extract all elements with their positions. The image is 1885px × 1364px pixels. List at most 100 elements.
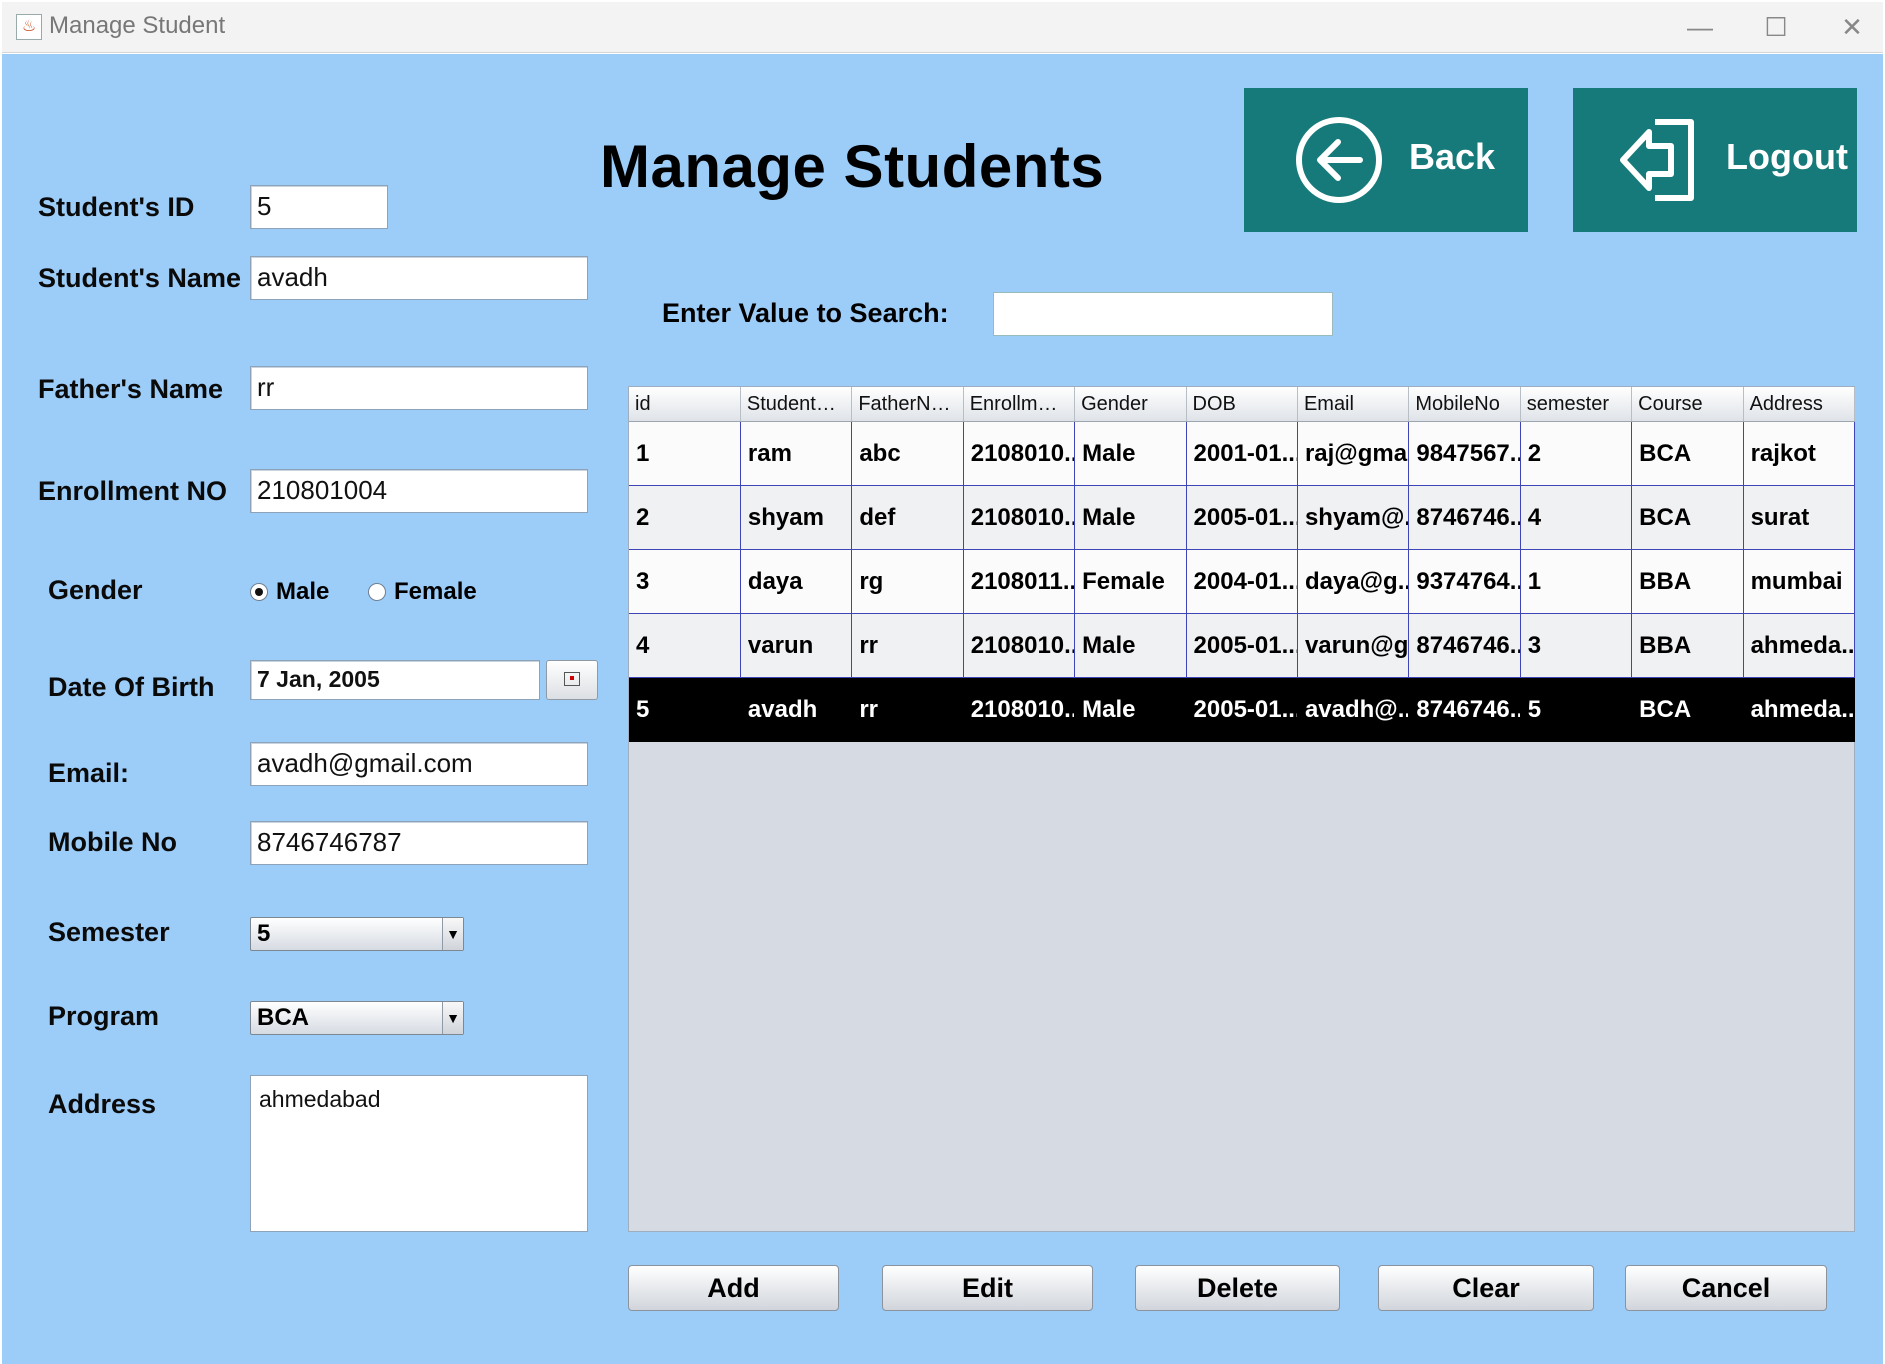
semester-label: Semester	[48, 917, 170, 947]
table-cell: 9847567...	[1408, 421, 1521, 486]
add-button[interactable]: Add	[628, 1265, 839, 1311]
table-cell: rr	[851, 613, 964, 678]
window-title: Manage Student	[49, 12, 226, 39]
table-row[interactable]: 5 avadh rr 2108010... Male 2005-01... avadh@..…	[629, 677, 1856, 742]
gender-male-label: Male	[276, 578, 330, 605]
calendar-button[interactable]	[546, 660, 598, 700]
table-row[interactable]: 2shyamdef2108010...Male2005-01...shyam@.…	[629, 485, 1856, 550]
column-header[interactable]: Address	[1743, 387, 1856, 422]
table-cell: 1	[1520, 549, 1633, 614]
cancel-button[interactable]: Cancel	[1625, 1265, 1827, 1311]
email-label: Email:	[48, 758, 130, 788]
table-cell: 5	[629, 677, 741, 742]
column-header[interactable]: FatherName	[851, 387, 964, 422]
table-row[interactable]: 3 daya rg 2108011... Female 2004-01... daya@g.…	[629, 549, 1856, 614]
table-cell: 2	[1520, 421, 1633, 486]
logout-button[interactable]: Logout	[1573, 88, 1857, 232]
program-select[interactable]: BCA ▼	[250, 1001, 464, 1035]
father-name-label: Father's Name	[38, 374, 223, 404]
mobile-field[interactable]: 8746746787	[250, 821, 588, 865]
gender-male-radio[interactable]: Male	[250, 578, 329, 606]
student-name-field[interactable]: avadh	[250, 256, 588, 300]
maximize-button[interactable]: ☐	[1748, 10, 1804, 44]
table-cell: 2108011...	[963, 549, 1076, 614]
search-label: Enter Value to Search:	[662, 298, 949, 328]
back-button[interactable]: Back	[1244, 88, 1528, 232]
table-cell: 2108010...	[963, 421, 1076, 486]
table-cell: 2108010...	[963, 485, 1076, 550]
column-header[interactable]: StudentNa...	[740, 387, 853, 422]
column-header[interactable]: Course	[1631, 387, 1744, 422]
table-cell: BBA	[1631, 549, 1744, 614]
column-header[interactable]: Email	[1297, 387, 1410, 422]
table-row[interactable]: 1ramabc2108010...Male2001-01...raj@gma..…	[629, 421, 1856, 486]
radio-unselected-icon	[368, 583, 386, 601]
table-cell: ram	[740, 421, 853, 486]
radio-selected-icon	[250, 583, 268, 601]
title-bar: ♨ Manage Student — ☐ ✕	[2, 2, 1883, 53]
table-cell: 2108010...	[963, 613, 1076, 678]
table-cell: 3	[1520, 613, 1633, 678]
app-window: ♨ Manage Student — ☐ ✕ Manage Students S…	[0, 0, 1885, 1364]
table-cell: 2001-01...	[1186, 421, 1298, 486]
table-cell: raj@gma...	[1297, 421, 1410, 486]
column-header[interactable]: Enrollment...	[963, 387, 1076, 422]
table-cell: mumbai	[1743, 549, 1856, 614]
address-textarea[interactable]: ahmedabad	[250, 1075, 588, 1232]
table-cell: 2108010...	[963, 677, 1076, 742]
table-cell: def	[851, 485, 964, 550]
table-cell: BBA	[1631, 613, 1744, 678]
delete-button[interactable]: Delete	[1135, 1265, 1340, 1311]
table-cell: varun	[740, 613, 853, 678]
column-header[interactable]: MobileNo	[1408, 387, 1521, 422]
table-cell: 2	[629, 485, 741, 550]
clear-button[interactable]: Clear	[1378, 1265, 1594, 1311]
column-header[interactable]: semester	[1520, 387, 1633, 422]
table-cell: rg	[851, 549, 964, 614]
address-label: Address	[48, 1089, 157, 1119]
table-cell: 2005-01...	[1186, 485, 1298, 550]
email-field[interactable]: avadh@gmail.com	[250, 742, 588, 786]
page-title: Manage Students	[600, 133, 1105, 200]
table-cell: avadh	[740, 677, 853, 742]
dropdown-arrow-icon: ▼	[442, 1002, 463, 1034]
mobile-label: Mobile No	[48, 827, 177, 857]
column-header[interactable]: DOB	[1186, 387, 1298, 422]
dropdown-arrow-icon: ▼	[442, 918, 463, 950]
minimize-button[interactable]: —	[1672, 10, 1728, 44]
table-cell: 5	[1520, 677, 1633, 742]
gender-female-radio[interactable]: Female	[368, 578, 477, 606]
table-row[interactable]: 4varunrr2108010...Male2005-01...varun@g.…	[629, 613, 1856, 678]
column-header[interactable]: id	[629, 387, 741, 422]
search-input[interactable]	[993, 292, 1333, 336]
table-cell: varun@g...	[1297, 613, 1410, 678]
table-cell: 4	[1520, 485, 1633, 550]
students-table-panel: id StudentNa... FatherName Enrollment... Gen…	[628, 386, 1856, 1232]
table-cell: rr	[851, 677, 964, 742]
program-value: BCA	[257, 1004, 309, 1031]
student-id-field[interactable]: 5	[250, 185, 388, 229]
table-cell: BCA	[1631, 677, 1744, 742]
table-cell: 4	[629, 613, 741, 678]
father-name-field[interactable]: rr	[250, 366, 588, 410]
table-cell: 8746746...	[1408, 677, 1521, 742]
dob-field[interactable]: 7 Jan, 2005	[250, 660, 540, 700]
table-cell: rajkot	[1743, 421, 1856, 486]
table-cell: 9374764...	[1408, 549, 1521, 614]
table-body: 1ramabc2108010...Male2001-01...raj@gma..…	[629, 421, 1856, 742]
table-cell: 8746746...	[1408, 613, 1521, 678]
semester-select[interactable]: 5 ▼	[250, 917, 464, 951]
table-cell: shyam@...	[1297, 485, 1410, 550]
table-cell: BCA	[1631, 421, 1744, 486]
back-label: Back	[1409, 136, 1496, 177]
table-cell: 3	[629, 549, 741, 614]
table-cell: surat	[1743, 485, 1856, 550]
table-cell: shyam	[740, 485, 853, 550]
column-header[interactable]: Gender	[1074, 387, 1187, 422]
close-button[interactable]: ✕	[1824, 10, 1880, 44]
edit-button[interactable]: Edit	[882, 1265, 1093, 1311]
calendar-icon	[564, 672, 580, 686]
enrollment-field[interactable]: 210801004	[250, 469, 588, 513]
enrollment-label: Enrollment NO	[38, 476, 228, 506]
gender-label: Gender	[48, 575, 143, 605]
